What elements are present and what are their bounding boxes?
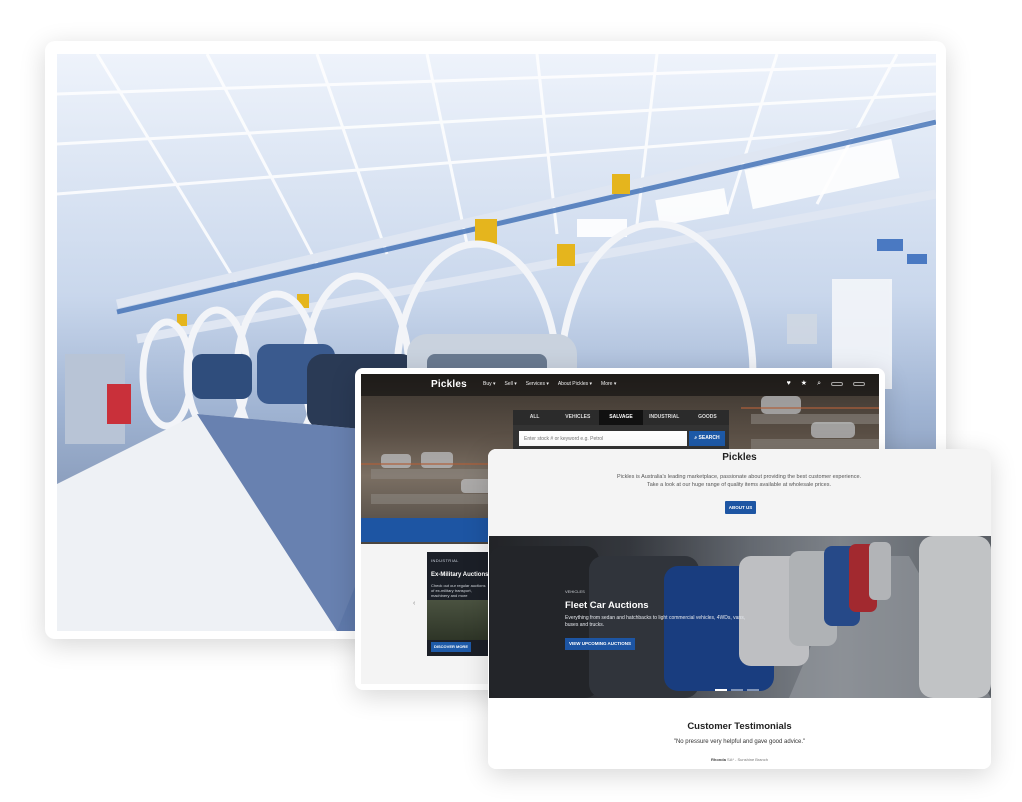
fleet-description: Everything from sedan and hatchbacks to … <box>565 615 746 628</box>
carousel-dots <box>715 689 759 691</box>
search-icon[interactable]: ⌕ <box>817 379 821 389</box>
main-menu: Buy ▾ Sell ▾ Services ▾ About Pickles ▾ … <box>483 381 616 387</box>
home-top-nav: Pickles Buy ▾ Sell ▾ Services ▾ About Pi… <box>361 374 879 396</box>
testimonials-title: Customer Testimonials <box>687 721 792 732</box>
testimonial-author-detail: SA* - Sunshine Branch <box>727 757 768 762</box>
tab-salvage[interactable]: SALVAGE <box>599 410 643 425</box>
nav-item-more[interactable]: More ▾ <box>601 381 616 387</box>
search-button-label: SEARCH <box>698 435 720 441</box>
discover-more-button[interactable]: DISCOVER MORE <box>431 642 471 652</box>
carousel-dot[interactable] <box>731 689 743 691</box>
fleet-car-hero: VEHICLES Fleet Car Auctions Everything f… <box>489 536 991 698</box>
nav-item-buy[interactable]: Buy ▾ <box>483 381 496 387</box>
about-title: Pickles <box>722 452 757 463</box>
nav-register-button[interactable] <box>853 382 865 386</box>
about-us-button[interactable]: ABOUT US <box>725 501 756 514</box>
nav-login-button[interactable] <box>831 382 843 386</box>
nav-icon-group: ♥ ★ ⌕ <box>787 379 865 389</box>
heart-icon[interactable]: ♥ <box>787 379 791 389</box>
carousel-dot[interactable] <box>715 689 727 691</box>
nav-item-services[interactable]: Services ▾ <box>526 381 549 387</box>
pickles-about-screenshot-card: Pickles Pickles is Australia's leading m… <box>488 449 991 769</box>
home-blue-band <box>361 518 493 542</box>
carousel-dot[interactable] <box>747 689 759 691</box>
tab-industrial[interactable]: INDUSTRIAL <box>643 410 686 425</box>
fleet-category-tag: VEHICLES <box>565 589 585 594</box>
nav-item-about[interactable]: About Pickles ▾ <box>558 381 592 387</box>
promo-title: Ex-Military Auctions <box>431 572 489 578</box>
promo-description: Check out our regular auctions of ex-mil… <box>431 583 486 598</box>
search-input[interactable] <box>519 431 687 446</box>
testimonial-author-name: Rhonda <box>711 757 726 762</box>
about-description: Pickles is Australia's leading marketpla… <box>616 474 862 488</box>
promo-category-tag: INDUSTRIAL <box>431 558 459 563</box>
search-category-tabs: ALL VEHICLES SALVAGE INDUSTRIAL GOODS <box>513 410 729 425</box>
fleet-title: Fleet Car Auctions <box>565 600 649 611</box>
view-upcoming-auctions-button[interactable]: VIEW UPCOMING AUCTIONS <box>565 638 635 650</box>
about-section: Pickles Pickles is Australia's leading m… <box>488 449 991 536</box>
military-vehicle-image <box>427 600 489 640</box>
testimonial-quote: "No pressure very helpful and gave good … <box>673 739 806 745</box>
testimonial-author: Rhonda SA* - Sunshine Branch <box>488 757 991 762</box>
nav-item-sell[interactable]: Sell ▾ <box>505 381 517 387</box>
search-button[interactable]: ⌕ SEARCH <box>689 431 725 446</box>
tab-vehicles[interactable]: VEHICLES <box>556 410 599 425</box>
carousel-prev-arrow-icon[interactable]: ‹ <box>413 600 415 607</box>
star-icon[interactable]: ★ <box>801 379 807 389</box>
search-panel: ⌕ SEARCH <box>513 425 729 451</box>
pickles-logo[interactable]: Pickles <box>431 379 467 390</box>
testimonials-section: Customer Testimonials "No pressure very … <box>488 698 991 769</box>
tab-goods[interactable]: GOODS <box>686 410 729 425</box>
promo-card-ex-military[interactable]: INDUSTRIAL Ex-Military Auctions Check ou… <box>427 552 489 656</box>
tab-all[interactable]: ALL <box>513 410 556 425</box>
